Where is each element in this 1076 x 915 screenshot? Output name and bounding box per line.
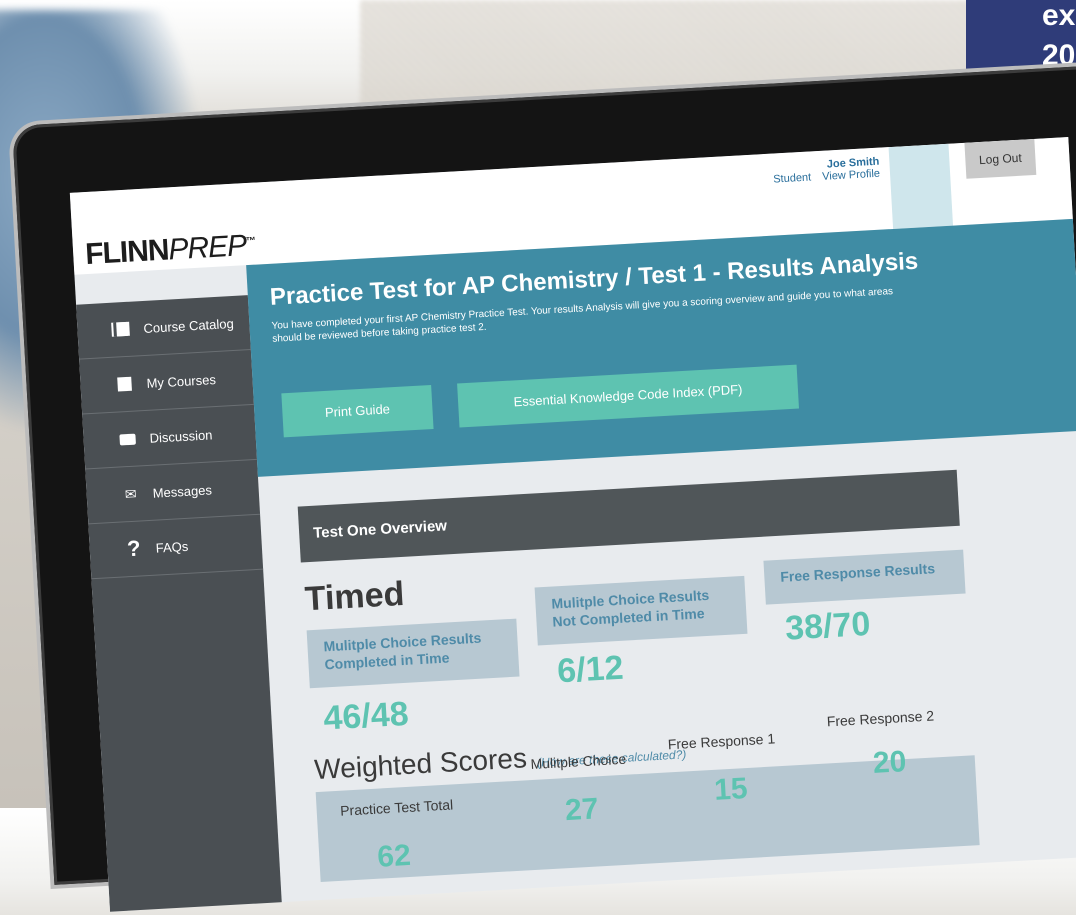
- user-block: Joe Smith Student View Profile: [749, 156, 880, 187]
- results-header: Practice Test for AP Chemistry / Test 1 …: [246, 218, 1076, 477]
- knowledge-code-index-button[interactable]: Essential Knowledge Code Index (PDF): [457, 364, 799, 428]
- laptop-screen: Joe Smith Student View Profile Log Out F…: [69, 137, 1076, 912]
- score-free-response: 38/70: [784, 604, 872, 648]
- weighted-value-total: 62: [376, 838, 412, 874]
- question-icon: ?: [126, 535, 142, 562]
- user-role: Student: [772, 171, 812, 186]
- logo-flinn: FLINN: [84, 233, 170, 272]
- sidebar-item-course-catalog[interactable]: Course Catalog: [76, 295, 251, 360]
- sidebar-item-messages[interactable]: ✉ Messages: [85, 459, 261, 525]
- sidebar-item-label: Course Catalog: [143, 315, 235, 336]
- logout-button[interactable]: Log Out: [964, 138, 1037, 179]
- sidebar-item-label: Discussion: [149, 426, 213, 446]
- laptop-bezel: Joe Smith Student View Profile Log Out F…: [12, 65, 1076, 912]
- sidebar: Course Catalog My Courses Discussion ✉ M…: [76, 295, 283, 912]
- print-guide-button[interactable]: Print Guide: [281, 385, 434, 438]
- sidebar-item-discussion[interactable]: Discussion: [82, 404, 258, 470]
- score-mc-not-completed: 6/12: [556, 648, 625, 691]
- promo-line-1: ex: [1042, 0, 1076, 32]
- sidebar-item-label: My Courses: [146, 371, 217, 391]
- envelope-icon: ✉: [124, 485, 137, 502]
- sidebar-item-label: Messages: [152, 481, 213, 501]
- logo-prep: PREP: [167, 229, 247, 267]
- flinnprep-logo[interactable]: FLINNPREP™: [84, 229, 256, 272]
- weighted-value-fr1: 15: [713, 772, 749, 807]
- sidebar-item-faqs[interactable]: ? FAQs: [88, 514, 264, 580]
- timed-heading: Timed: [303, 574, 406, 619]
- book-icon: [113, 321, 130, 337]
- course-square-icon: [116, 376, 133, 392]
- chat-icon: [119, 432, 136, 447]
- result-card-free-response: Free Response Results: [763, 549, 966, 605]
- logo-tm: ™: [245, 235, 256, 248]
- weighted-label-fr2: Free Response 2: [826, 707, 935, 730]
- overview-heading: Test One Overview: [297, 469, 960, 563]
- score-mc-completed: 46/48: [322, 694, 410, 738]
- sidebar-item-my-courses[interactable]: My Courses: [79, 350, 254, 415]
- header-accent-block: [888, 143, 954, 229]
- weighted-title: Weighted Scores: [313, 742, 528, 786]
- result-card-mc-completed: Mulitple Choice Results Completed in Tim…: [306, 618, 520, 689]
- view-profile-link[interactable]: View Profile: [822, 168, 880, 183]
- weighted-value-mc: 27: [564, 792, 600, 828]
- result-card-mc-not-completed: Mulitple Choice Results Not Completed in…: [534, 575, 748, 646]
- sidebar-item-label: FAQs: [155, 538, 189, 556]
- weighted-value-fr2: 20: [872, 745, 908, 780]
